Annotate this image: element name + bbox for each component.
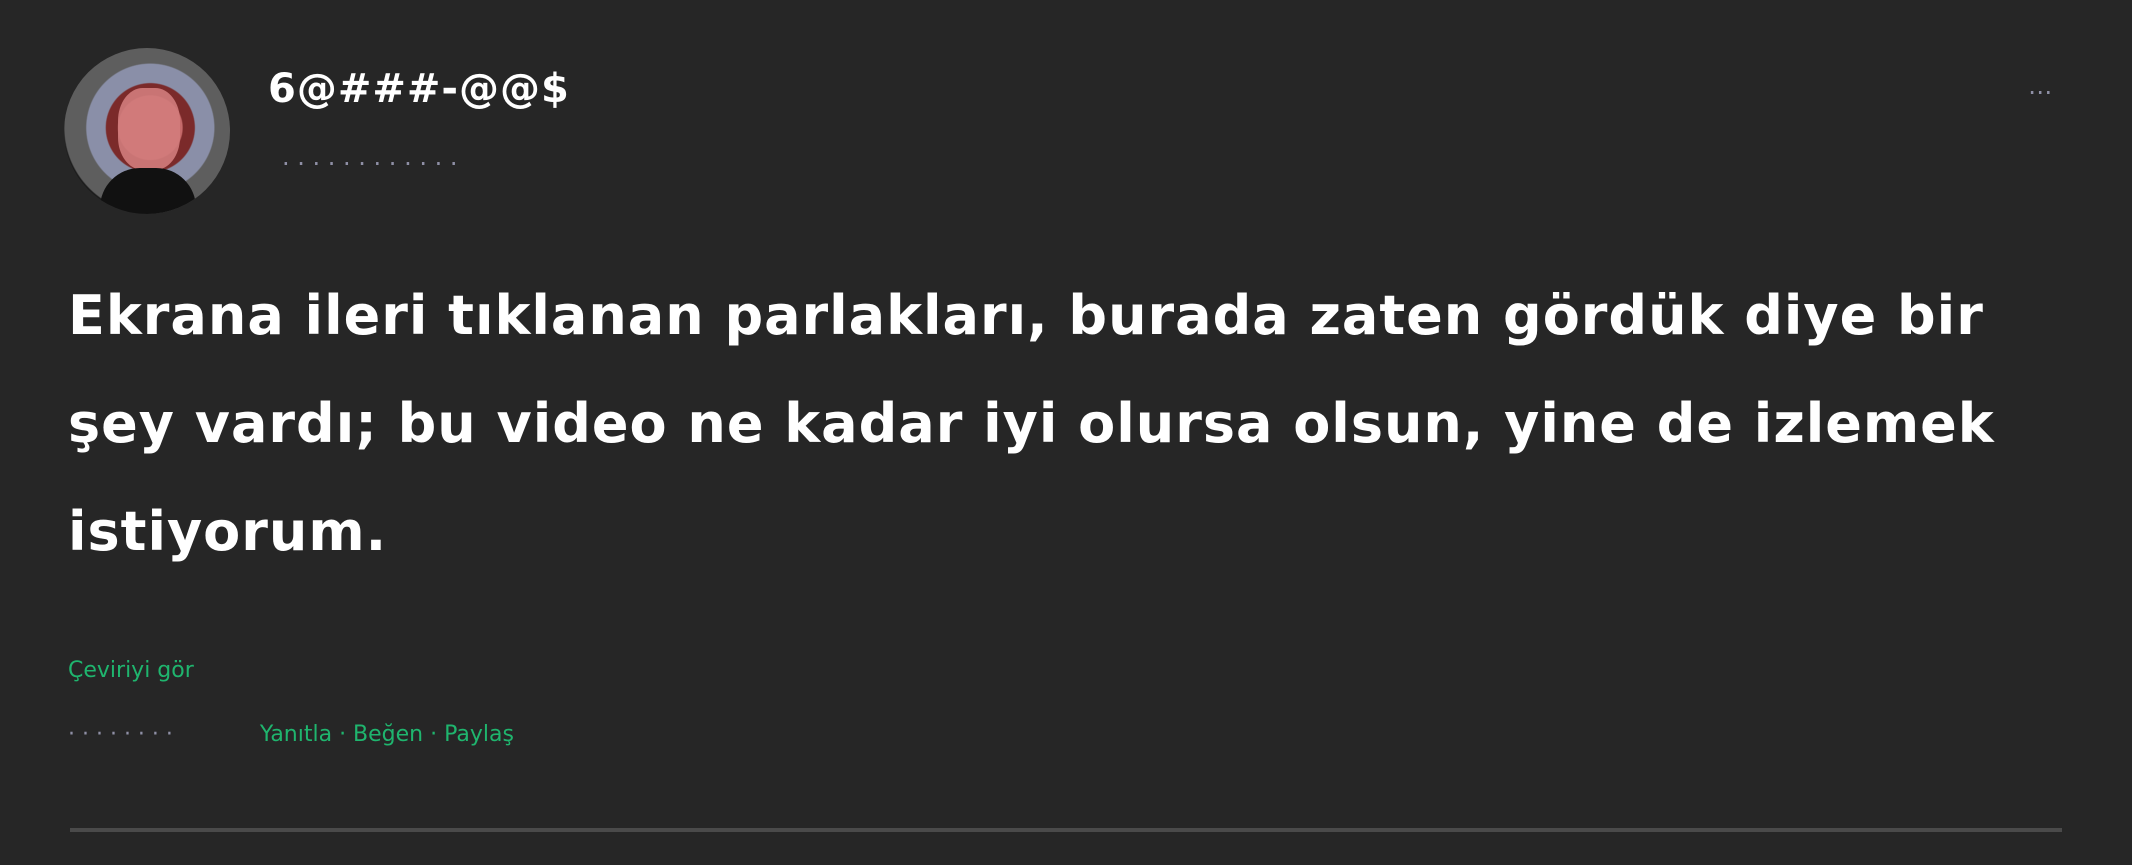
post-card: 6@###-@@$ · · · · · · · · · · · · ⋯ Ekra… [0, 0, 2132, 865]
translation-link[interactable]: Çeviriyi gör [68, 658, 194, 683]
divider [70, 828, 2062, 832]
footer-info: · · · · · · · · [68, 722, 173, 747]
post-meta: · · · · · · · · · · · · [282, 150, 458, 178]
post-message: Ekrana ileri tıklanan parlakları, burada… [68, 284, 1995, 563]
more-options-icon[interactable]: ⋯ [2020, 80, 2060, 104]
footer-actions[interactable]: Yanıtla · Beğen · Paylaş [260, 722, 514, 747]
avatar-face [118, 88, 180, 170]
username[interactable]: 6@###-@@$ [268, 66, 570, 112]
avatar-shirt [100, 168, 196, 214]
avatar[interactable] [64, 48, 230, 214]
post-footer: · · · · · · · · Yanıtla · Beğen · Paylaş [68, 722, 514, 747]
